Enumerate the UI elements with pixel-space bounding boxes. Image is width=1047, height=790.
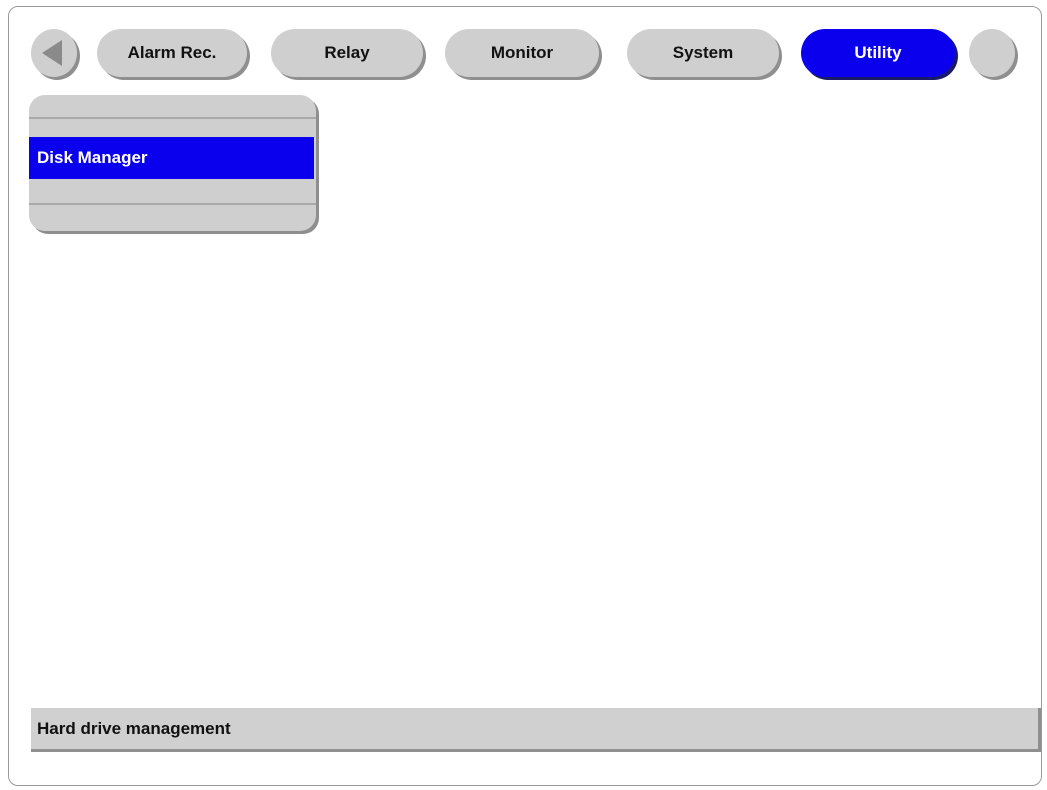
tab-utility[interactable]: Utility <box>801 29 955 77</box>
tab-label: Monitor <box>490 43 554 62</box>
panel-divider <box>29 203 316 205</box>
menu-item-disk-manager[interactable]: Disk Manager <box>29 137 314 179</box>
tab-label: Relay <box>324 43 370 62</box>
utility-menu-panel: Disk Manager <box>29 95 316 231</box>
panel-divider <box>29 117 316 119</box>
tab-relay[interactable]: Relay <box>271 29 423 77</box>
status-bar: Hard drive management <box>31 708 1041 752</box>
tab-label: Alarm Rec. <box>127 43 217 62</box>
next-button[interactable] <box>969 29 1015 77</box>
back-button[interactable] <box>31 29 77 77</box>
tab-monitor[interactable]: Monitor <box>445 29 599 77</box>
status-text: Hard drive management <box>37 718 231 738</box>
tab-system[interactable]: System <box>627 29 779 77</box>
tab-alarm-rec[interactable]: Alarm Rec. <box>97 29 247 77</box>
back-arrow-icon <box>42 40 62 66</box>
tab-label: System <box>672 43 734 62</box>
menu-item-label: Disk Manager <box>37 148 148 167</box>
app-frame: Alarm Rec. Relay Monitor System Utility … <box>8 6 1042 786</box>
tab-label: Utility <box>854 43 902 62</box>
